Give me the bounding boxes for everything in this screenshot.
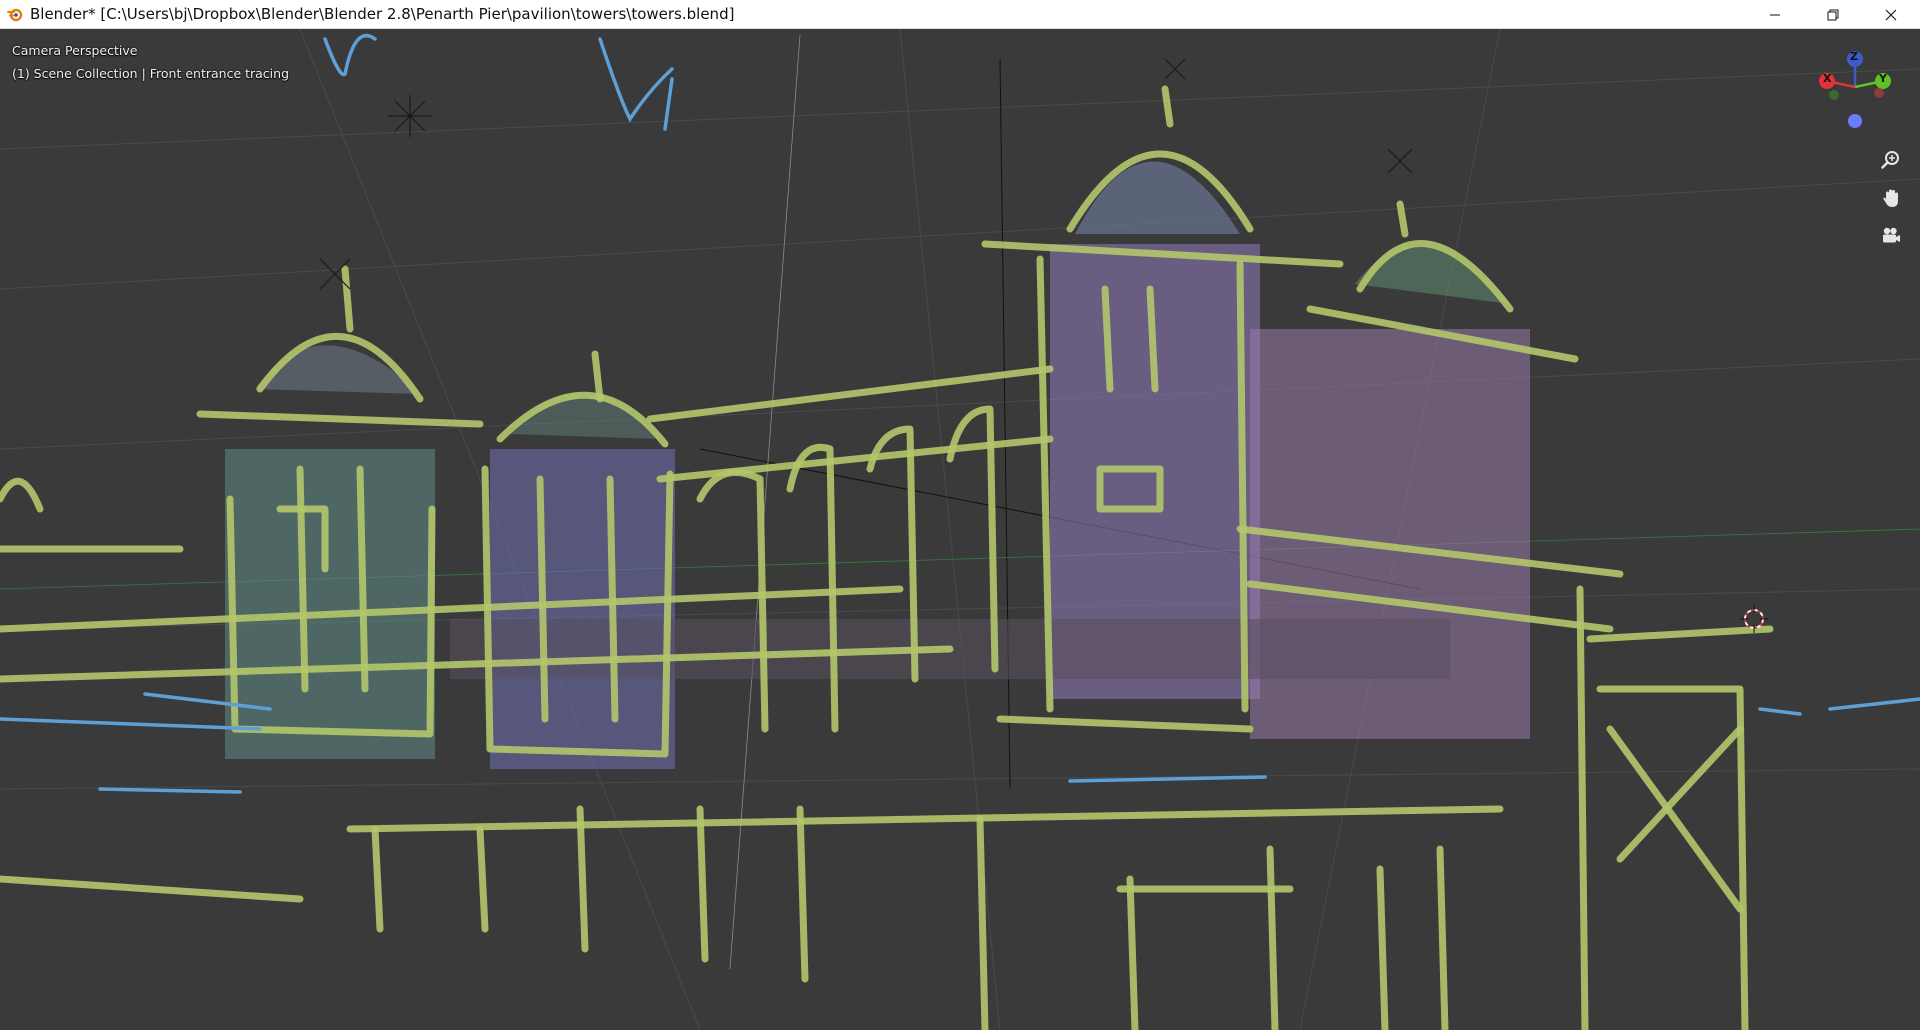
camera-view-button[interactable]	[1877, 222, 1905, 250]
gizmo-y-label: Y	[1879, 72, 1887, 85]
navigation-gizmo[interactable]: Z X Y	[1810, 37, 1900, 137]
window-controls	[1746, 0, 1920, 29]
active-collection-label: (1) Scene Collection | Front entrance tr…	[12, 66, 290, 81]
gizmo-z-label: Z	[1850, 50, 1858, 63]
zoom-button[interactable]	[1877, 146, 1905, 174]
window-titlebar: Blender* [C:\Users\bj\Dropbox\Blender\Bl…	[0, 0, 1920, 29]
camera-icon	[1883, 227, 1900, 243]
minimize-icon	[1770, 14, 1780, 15]
close-icon	[1885, 9, 1897, 20]
gizmo-x-label: X	[1823, 72, 1832, 85]
3d-viewport[interactable]: Camera Perspective (1) Scene Collection …	[0, 29, 1920, 1030]
close-button[interactable]	[1862, 0, 1920, 29]
restore-button[interactable]	[1804, 0, 1862, 29]
minimize-button[interactable]	[1746, 0, 1804, 29]
hand-icon	[1883, 189, 1898, 207]
blender-logo-icon	[6, 5, 24, 23]
tower-volumes	[225, 161, 1530, 769]
pan-button[interactable]	[1877, 184, 1905, 212]
scene-canvas[interactable]	[0, 29, 1920, 1030]
view-mode-label: Camera Perspective	[12, 43, 138, 58]
zoom-icon	[1881, 151, 1899, 169]
window-title: Blender* [C:\Users\bj\Dropbox\Blender\Bl…	[30, 5, 735, 23]
restore-icon	[1827, 9, 1839, 20]
